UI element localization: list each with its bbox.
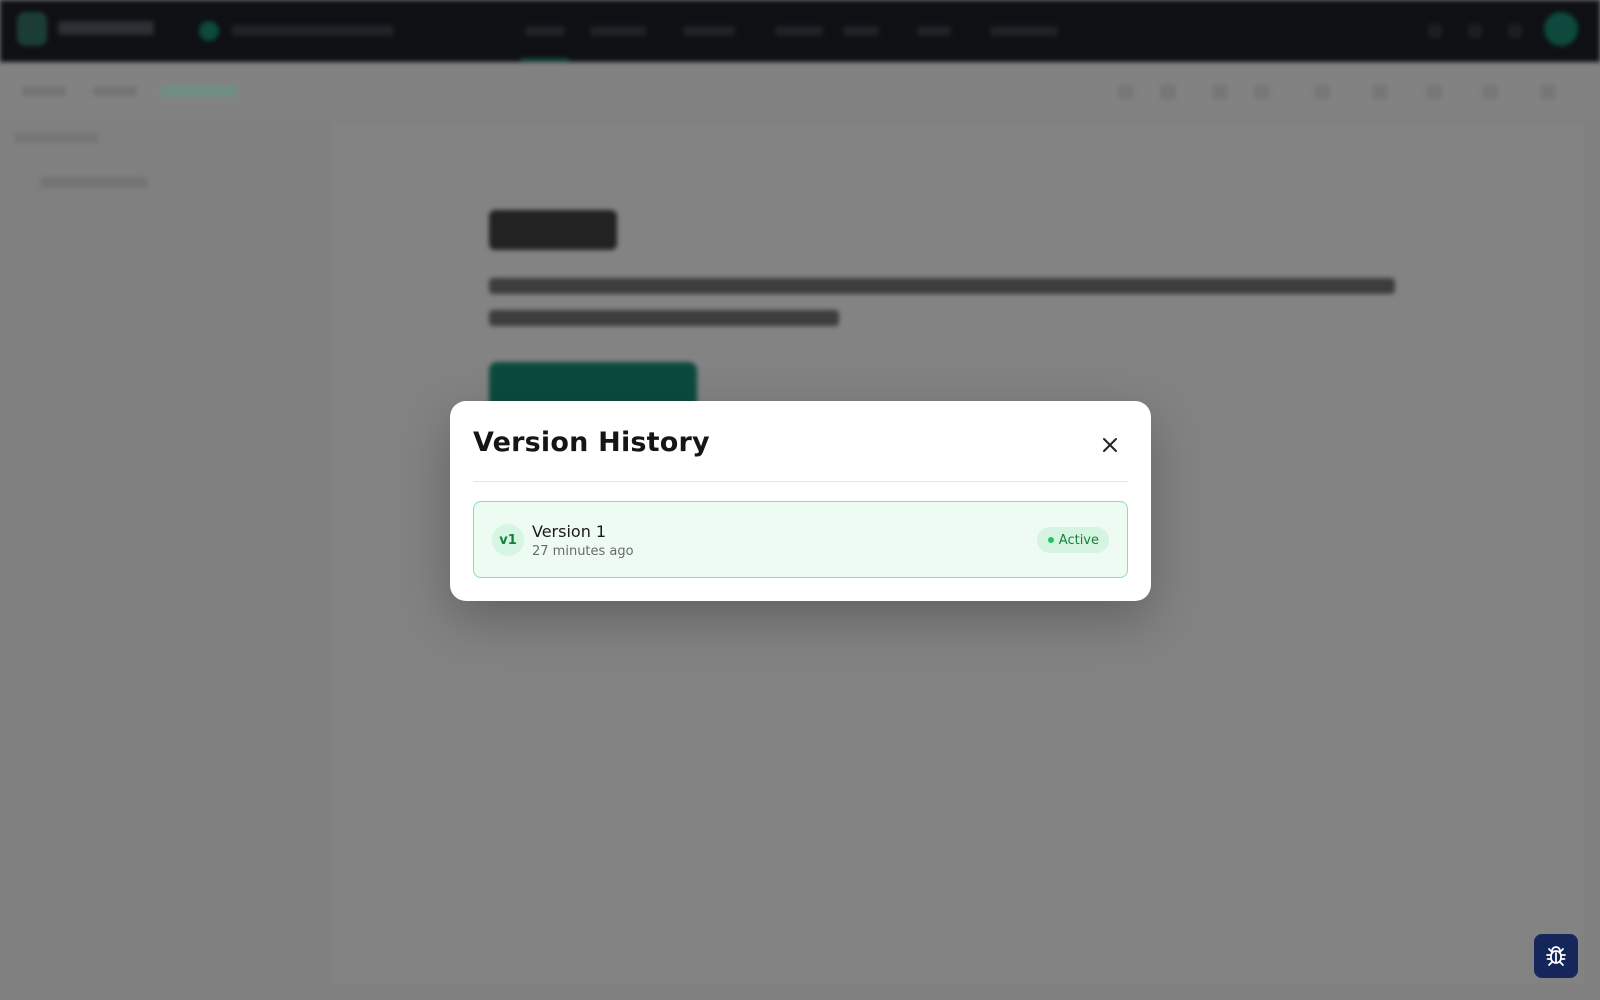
page-heading — [489, 210, 617, 250]
version-history-modal: Version History v1 Version 1 27 minutes … — [450, 401, 1151, 601]
toolbar-icon — [1508, 24, 1522, 38]
toolbar-icon — [1426, 84, 1442, 100]
breadcrumb — [93, 86, 137, 96]
breadcrumb — [161, 86, 237, 96]
version-name: Version 1 — [532, 522, 607, 541]
version-badge: v1 — [492, 524, 524, 556]
version-timestamp: 27 minutes ago — [532, 544, 634, 559]
bug-icon — [1546, 946, 1566, 966]
project-icon — [199, 21, 219, 41]
editor-toolbar — [0, 62, 1600, 120]
sidebar-page-item — [40, 177, 148, 188]
breadcrumb — [22, 86, 66, 96]
nav-item — [683, 26, 735, 36]
version-list-item[interactable]: v1 Version 1 27 minutes ago Active — [473, 501, 1128, 578]
page-paragraph — [489, 310, 839, 326]
top-navigation-bar — [0, 0, 1600, 62]
modal-divider — [473, 481, 1128, 482]
app-logo — [17, 12, 47, 46]
toolbar-icon — [1118, 84, 1134, 100]
avatar — [1544, 12, 1578, 46]
bug-report-button[interactable] — [1534, 934, 1578, 978]
nav-item — [775, 26, 823, 36]
status-label: Active — [1058, 532, 1099, 548]
toolbar-icon — [1372, 84, 1388, 100]
project-name — [232, 25, 394, 36]
page-paragraph — [489, 278, 1395, 294]
status-badge: Active — [1036, 527, 1109, 553]
modal-title: Version History — [473, 427, 710, 458]
nav-item — [917, 26, 951, 36]
nav-item — [525, 26, 565, 36]
toolbar-icon — [1468, 24, 1482, 38]
nav-item — [843, 26, 879, 36]
close-icon — [1103, 438, 1117, 452]
toolbar-icon — [1540, 84, 1556, 100]
toolbar-icon — [1160, 84, 1176, 100]
app-name — [58, 21, 154, 35]
nav-item — [990, 26, 1058, 36]
toolbar-icon — [1428, 24, 1442, 38]
close-button[interactable] — [1096, 431, 1124, 459]
toolbar-icon — [1254, 84, 1270, 100]
nav-item — [590, 26, 646, 36]
toolbar-icon — [1212, 84, 1228, 100]
active-nav-indicator — [521, 58, 569, 61]
toolbar-icon — [1482, 84, 1498, 100]
status-dot-icon — [1047, 537, 1054, 543]
sidebar-heading — [14, 133, 98, 143]
toolbar-icon — [1314, 84, 1330, 100]
